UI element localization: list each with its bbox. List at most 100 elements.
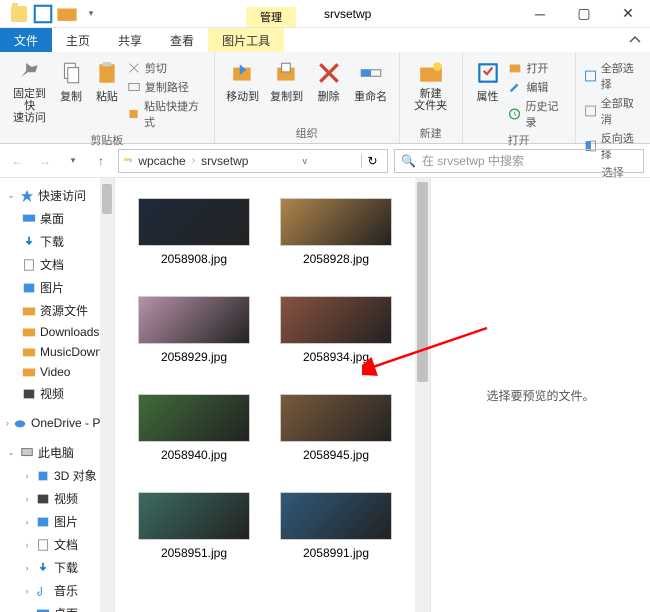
rename-button[interactable]: 重命名 xyxy=(351,56,391,104)
file-item[interactable]: 2058908.jpg xyxy=(129,198,259,266)
thumbnail-image xyxy=(138,296,250,344)
cut-button[interactable]: 剪切 xyxy=(127,60,206,76)
select-all-button[interactable]: 全部选择 xyxy=(584,60,642,92)
file-item[interactable]: 2058934.jpg xyxy=(271,296,401,364)
ribbon: 固定到快 速访问 复制 粘贴 剪切 复制路径 粘贴快捷方式 剪贴板 移动到 xyxy=(0,52,650,144)
nav-downloads2[interactable]: ›下载 xyxy=(0,556,114,579)
up-button[interactable]: ↑ xyxy=(90,150,112,172)
search-box[interactable]: 🔍 在 srvsetwp 中搜索 xyxy=(394,149,644,173)
address-dropdown-button[interactable]: v xyxy=(294,156,316,166)
nav-video2[interactable]: ›视频 xyxy=(0,487,114,510)
pin-to-quick-access-button[interactable]: 固定到快 速访问 xyxy=(8,56,51,124)
move-to-button[interactable]: 移动到 xyxy=(223,56,263,104)
thumbnail-image xyxy=(280,394,392,442)
nav-onedrive[interactable]: ›OneDrive - Personal xyxy=(0,413,114,433)
navpane-scrollbar[interactable] xyxy=(100,178,114,612)
titlebar: ▾ 管理 srvsetwp ─ ▢ ✕ xyxy=(0,0,650,28)
file-item[interactable]: 2058951.jpg xyxy=(129,492,259,560)
file-name: 2058940.jpg xyxy=(161,448,227,462)
thumbnail-image xyxy=(280,296,392,344)
new-folder-button[interactable]: 新建 文件夹 xyxy=(408,56,454,112)
properties-button[interactable]: 属性 xyxy=(471,56,505,104)
collapse-ribbon-button[interactable] xyxy=(620,28,650,52)
file-name: 2058991.jpg xyxy=(303,546,369,560)
address-bar[interactable]: › wpcache › srvsetwp v ↻ xyxy=(118,149,388,173)
properties-icon[interactable] xyxy=(32,3,54,25)
ribbon-group-open: 属性 打开 编辑 历史记录 打开 xyxy=(463,52,576,143)
delete-button[interactable]: 删除 xyxy=(311,56,347,104)
forward-button[interactable]: → xyxy=(34,150,56,172)
nav-downloads[interactable]: 下载 xyxy=(0,230,114,253)
ribbon-group-select: 全部选择 全部取消 反向选择 选择 xyxy=(576,52,650,143)
file-item[interactable]: 2058940.jpg xyxy=(129,394,259,462)
nav-3d-objects[interactable]: ›3D 对象 xyxy=(0,464,114,487)
copy-button[interactable]: 复制 xyxy=(55,56,87,104)
paste-button[interactable]: 粘贴 xyxy=(91,56,123,104)
thumbnail-image xyxy=(138,394,250,442)
tab-picture-tools[interactable]: 图片工具 xyxy=(208,28,284,52)
group-organize-label: 组织 xyxy=(223,123,391,141)
nav-documents2[interactable]: ›文档 xyxy=(0,533,114,556)
chevron-right-icon[interactable]: › xyxy=(129,155,132,166)
nav-music[interactable]: ›音乐 xyxy=(0,579,114,602)
nav-this-pc[interactable]: ⌄此电脑 xyxy=(0,441,114,464)
select-none-button[interactable]: 全部取消 xyxy=(584,95,642,127)
copy-path-button[interactable]: 复制路径 xyxy=(127,79,206,95)
search-placeholder: 在 srvsetwp 中搜索 xyxy=(422,152,524,169)
nav-desktop[interactable]: 桌面 xyxy=(0,207,114,230)
file-name: 2058934.jpg xyxy=(303,350,369,364)
file-name: 2058945.jpg xyxy=(303,448,369,462)
file-item[interactable]: 2058929.jpg xyxy=(129,296,259,364)
file-name: 2058928.jpg xyxy=(303,252,369,266)
tab-file[interactable]: 文件 xyxy=(0,28,52,52)
items-view[interactable]: 2058908.jpg 2058928.jpg 2058929.jpg 2058934… xyxy=(115,178,415,612)
folder-icon xyxy=(8,3,30,25)
refresh-button[interactable]: ↻ xyxy=(361,154,383,168)
close-button[interactable]: ✕ xyxy=(606,0,650,27)
paste-shortcut-button[interactable]: 粘贴快捷方式 xyxy=(127,98,206,130)
back-button[interactable]: ← xyxy=(6,150,28,172)
nav-downloads-en[interactable]: Downloads xyxy=(0,322,114,342)
tab-view[interactable]: 查看 xyxy=(156,28,208,52)
main-area: ⌄快速访问 桌面 下载 文档 图片 资源文件 Downloads MusicDo… xyxy=(0,178,650,612)
file-name: 2058951.jpg xyxy=(161,546,227,560)
edit-button[interactable]: 编辑 xyxy=(508,79,566,95)
open-button[interactable]: 打开 xyxy=(508,60,566,76)
file-item[interactable]: 2058928.jpg xyxy=(271,198,401,266)
qat-dropdown-icon[interactable]: ▾ xyxy=(80,3,102,25)
nav-pictures[interactable]: 图片 xyxy=(0,276,114,299)
ribbon-tabs: 文件 主页 共享 查看 图片工具 xyxy=(0,28,650,52)
contextual-tab-label: 管理 xyxy=(246,7,296,27)
nav-music-downloads[interactable]: MusicDownloads xyxy=(0,342,114,362)
nav-quick-access[interactable]: ⌄快速访问 xyxy=(0,184,114,207)
thumbnail-image xyxy=(280,198,392,246)
minimize-button[interactable]: ─ xyxy=(518,0,562,27)
tab-share[interactable]: 共享 xyxy=(104,28,156,52)
recent-locations-button[interactable]: ▾ xyxy=(62,150,84,172)
thumbnail-image xyxy=(138,198,250,246)
ribbon-group-organize: 移动到 复制到 删除 重命名 组织 xyxy=(215,52,400,143)
navbar: ← → ▾ ↑ › wpcache › srvsetwp v ↻ 🔍 在 srv… xyxy=(0,144,650,178)
nav-video-cn[interactable]: 视频 xyxy=(0,382,114,405)
file-item[interactable]: 2058991.jpg xyxy=(271,492,401,560)
nav-resource[interactable]: 资源文件 xyxy=(0,299,114,322)
nav-video-en[interactable]: Video xyxy=(0,362,114,382)
breadcrumb-item[interactable]: srvsetwp xyxy=(201,154,248,168)
breadcrumb-item[interactable]: wpcache xyxy=(138,154,185,168)
nav-documents[interactable]: 文档 xyxy=(0,253,114,276)
group-open-label: 打开 xyxy=(471,130,567,148)
file-item[interactable]: 2058945.jpg xyxy=(271,394,401,462)
history-button[interactable]: 历史记录 xyxy=(508,98,566,130)
window-title: srvsetwp xyxy=(324,7,371,21)
thumbnail-image xyxy=(138,492,250,540)
navigation-pane: ⌄快速访问 桌面 下载 文档 图片 资源文件 Downloads MusicDo… xyxy=(0,178,115,612)
nav-desktop2[interactable]: ›桌面 xyxy=(0,602,114,612)
items-scrollbar[interactable] xyxy=(415,178,430,612)
tab-home[interactable]: 主页 xyxy=(52,28,104,52)
new-folder-icon[interactable] xyxy=(56,3,78,25)
maximize-button[interactable]: ▢ xyxy=(562,0,606,27)
nav-pictures2[interactable]: ›图片 xyxy=(0,510,114,533)
thumbnail-image xyxy=(280,492,392,540)
copy-to-button[interactable]: 复制到 xyxy=(267,56,307,104)
chevron-right-icon[interactable]: › xyxy=(192,155,195,166)
